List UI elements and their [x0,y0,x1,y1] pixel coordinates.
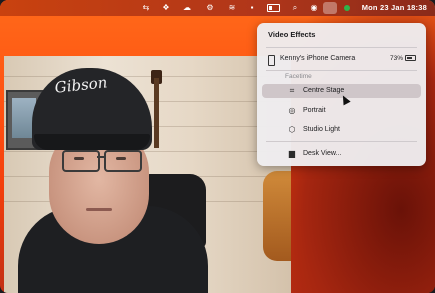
studio-light-icon: ⬡ [288,125,296,134]
wifi-icon[interactable]: ≋ [227,3,237,13]
desk-view-icon: ▆ [288,149,296,158]
siri-icon[interactable]: ◉ [309,3,319,13]
divider [266,47,417,48]
menu-item-studio-light[interactable]: ⬡ Studio Light [262,123,421,137]
device-row[interactable]: Kenny's iPhone Camera 73% [264,53,420,67]
acoustic-guitar [263,171,291,261]
centre-stage-icon: ⌗ [289,86,295,95]
divider [266,70,417,71]
battery-icon[interactable] [267,4,280,12]
menu-bar: ⇆ ❖ ☁ ⚙ ≋ ▪ ⌕ ◉ Mon 23 Jan 18:38 [0,0,435,16]
menu-item-label: Portrait [303,107,326,114]
glasses-bridge [97,156,105,158]
menu-item-desk-view[interactable]: ▆ Desk View... [262,147,421,161]
portrait-icon: ◎ [288,106,296,115]
menubar-clock[interactable]: Mon 23 Jan 18:38 [362,3,427,12]
control-icon[interactable]: ⇆ [141,3,151,13]
divider [266,141,417,142]
desktop: ⇆ ❖ ☁ ⚙ ≋ ▪ ⌕ ◉ Mon 23 Jan 18:38 Gibson … [0,0,435,293]
menu-item-label: Centre Stage [303,87,345,94]
section-label: Facetime [285,73,312,80]
gear-icon[interactable]: ⚙ [205,3,215,13]
device-battery-percent: 73% [389,55,403,62]
iphone-icon [268,55,275,66]
device-name: Kenny's iPhone Camera [280,55,356,62]
search-icon[interactable]: ⌕ [290,3,300,13]
person-mouth [86,208,112,211]
cap-brim [34,134,150,150]
wall-plank [4,151,291,152]
menu-item-portrait[interactable]: ◎ Portrait [262,104,421,118]
video-effects-panel: Video Effects Kenny's iPhone Camera 73% … [257,23,426,166]
camera-feed: Gibson [4,56,291,293]
bell-icon[interactable]: ▪ [247,3,257,13]
device-battery: 73% [390,55,416,62]
menu-item-label: Studio Light [303,126,340,133]
panel-title: Video Effects [268,30,316,39]
wall-plank [4,76,291,77]
menu-item-label: Desk View... [303,150,342,157]
glasses-lens [104,150,142,172]
video-effects-icon[interactable] [323,2,337,14]
status-dot-icon [344,5,350,11]
glasses-lens [62,150,100,172]
device-battery-icon [405,55,416,62]
cloud-icon[interactable]: ☁ [182,3,192,13]
dropbox-icon[interactable]: ❖ [161,3,171,13]
guitar-neck [154,78,159,148]
